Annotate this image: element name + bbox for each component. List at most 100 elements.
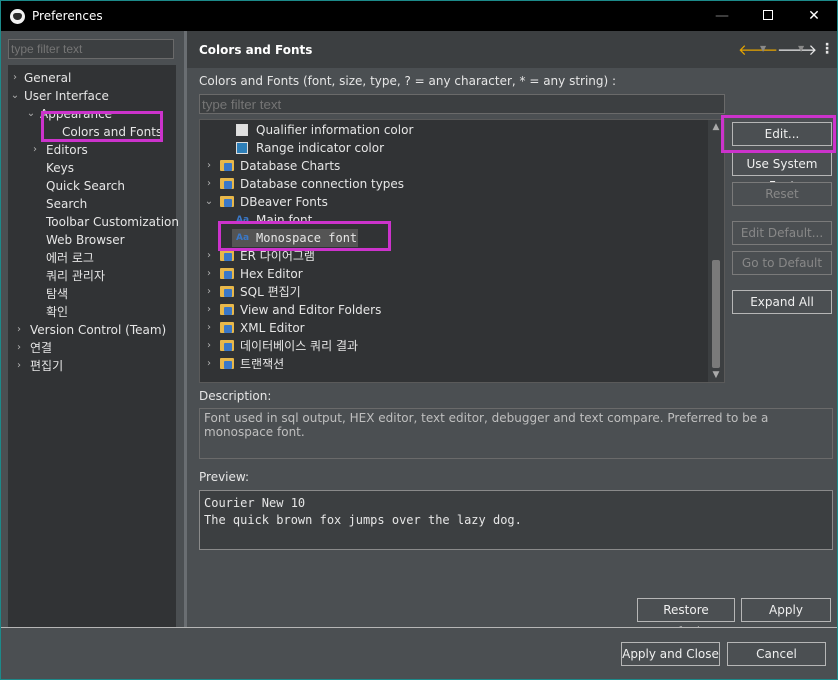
expand-all-button[interactable]: Expand All <box>732 290 832 314</box>
chevron-down-icon[interactable]: ⌄ <box>10 87 20 105</box>
preview-label: Preview: <box>199 470 250 484</box>
cancel-button[interactable]: Cancel <box>727 642 826 666</box>
preferences-window: Preferences — ✕ › General ⌄ User Interfa… <box>0 0 838 680</box>
folder-icon <box>220 304 234 315</box>
tree-item-label: ER 다이어그램 <box>240 249 315 263</box>
font-icon: Aa <box>236 233 250 243</box>
folder-icon <box>220 196 234 207</box>
tree-item-label: Version Control (Team) <box>30 323 167 337</box>
forward-dropdown-icon[interactable]: ▼ <box>798 44 804 53</box>
preference-tree-panel: › General ⌄ User Interface ⌄ Appearance … <box>1 31 184 627</box>
tree-item-label: Database connection types <box>240 177 405 191</box>
scroll-down-icon[interactable]: ▼ <box>708 368 724 382</box>
tree-item-colors-and-fonts[interactable]: Colors and Fonts <box>62 123 162 141</box>
restore-defaults-button[interactable]: Restore Defaults <box>637 598 735 639</box>
tree-item-toolbar-customization[interactable]: Toolbar Customization <box>46 213 179 231</box>
chevron-down-icon[interactable]: ⌄ <box>204 193 214 211</box>
maximize-icon <box>763 10 773 20</box>
folder-icon <box>220 160 234 171</box>
go-to-default-button[interactable]: Go to Default <box>732 251 832 275</box>
tree-filter-input[interactable] <box>8 39 174 59</box>
chevron-right-icon[interactable]: › <box>10 69 20 87</box>
color-swatch-icon <box>236 142 248 154</box>
tree-item-monospace-font[interactable]: Aa Monospace font <box>232 229 358 247</box>
folder-icon <box>220 322 234 333</box>
tree-item-label: Appearance <box>40 107 113 121</box>
tree-item-confirm[interactable]: 확인 <box>46 303 68 321</box>
preference-page: Colors and Fonts 🡐 ▼ 🡒 ▼ ⋮ Colors and Fo… <box>187 31 837 639</box>
back-dropdown-icon[interactable]: ▼ <box>760 44 766 53</box>
chevron-right-icon[interactable]: › <box>30 141 40 159</box>
close-button[interactable]: ✕ <box>791 1 837 31</box>
tree-item-label: User Interface <box>24 89 109 103</box>
chevron-right-icon[interactable]: › <box>204 337 214 355</box>
preference-tree: › General ⌄ User Interface ⌄ Appearance … <box>8 65 179 627</box>
minimize-button[interactable]: — <box>699 1 745 31</box>
tree-item-label: Colors and Fonts <box>62 125 163 139</box>
chevron-right-icon[interactable]: › <box>14 357 24 375</box>
folder-icon <box>220 250 234 261</box>
tree-item-label: SQL 편집기 <box>240 285 301 299</box>
tree-item-keys[interactable]: Keys <box>46 159 74 177</box>
chevron-right-icon[interactable]: › <box>204 355 214 373</box>
page-header: Colors and Fonts 🡐 ▼ 🡒 ▼ ⋮ <box>187 31 837 68</box>
folder-icon <box>220 358 234 369</box>
chevron-right-icon[interactable]: › <box>14 339 24 357</box>
chevron-right-icon[interactable]: › <box>14 321 24 339</box>
colors-fonts-filter-input[interactable] <box>199 94 725 114</box>
back-arrow-icon[interactable]: 🡐 <box>738 40 778 59</box>
chevron-right-icon[interactable]: › <box>204 157 214 175</box>
tree-item-label: 연결 <box>30 341 53 355</box>
tree-item-label: Hex Editor <box>240 267 303 281</box>
folder-icon <box>220 178 234 189</box>
use-system-font-button[interactable]: Use System Font <box>732 152 832 193</box>
folder-icon <box>220 340 234 351</box>
tree-item-label: Monospace font <box>256 231 358 245</box>
page-title: Colors and Fonts <box>199 43 313 57</box>
tree-item-query-manager[interactable]: 쿼리 관리자 <box>46 267 105 285</box>
tree-item-quick-search[interactable]: Quick Search <box>46 177 125 195</box>
folder-icon <box>220 286 234 297</box>
page-caption: Colors and Fonts (font, size, type, ? = … <box>199 74 617 88</box>
tree-item-label: 데이터베이스 쿼리 결과 <box>240 339 359 353</box>
chevron-right-icon[interactable]: › <box>204 265 214 283</box>
color-swatch-icon <box>236 124 248 136</box>
chevron-right-icon[interactable]: › <box>204 283 214 301</box>
folder-icon <box>220 268 234 279</box>
apply-and-close-button[interactable]: Apply and Close <box>621 642 720 666</box>
chevron-down-icon[interactable]: ⌄ <box>26 105 36 123</box>
window-title: Preferences <box>32 9 103 23</box>
tree-item-navigation[interactable]: 탐색 <box>46 285 68 303</box>
chevron-right-icon[interactable]: › <box>204 247 214 265</box>
tree-item-label: XML Editor <box>240 321 305 335</box>
more-menu-icon[interactable]: ⋮ <box>820 41 834 57</box>
tree-item-search[interactable]: Search <box>46 195 87 213</box>
tree-item-error-log[interactable]: 에러 로그 <box>46 249 94 267</box>
dbeaver-app-icon <box>10 9 25 24</box>
edit-button[interactable]: Edit... <box>732 122 832 146</box>
chevron-right-icon[interactable]: › <box>204 319 214 337</box>
apply-button[interactable]: Apply <box>741 598 831 622</box>
tree-scrollbar[interactable]: ▲ ▼ <box>708 120 724 382</box>
preview-font-name: Courier New 10 <box>204 496 306 510</box>
scrollbar-thumb[interactable] <box>712 260 720 368</box>
edit-default-button[interactable]: Edit Default... <box>732 221 832 245</box>
chevron-right-icon[interactable]: › <box>204 301 214 319</box>
reset-button[interactable]: Reset <box>732 182 832 206</box>
tree-item-web-browser[interactable]: Web Browser <box>46 231 125 249</box>
tree-item-label: View and Editor Folders <box>240 303 382 317</box>
scroll-up-icon[interactable]: ▲ <box>708 120 724 134</box>
description-text: Font used in sql output, HEX editor, tex… <box>199 408 833 459</box>
title-bar: Preferences — ✕ <box>1 1 837 31</box>
font-icon: Aa <box>236 215 250 225</box>
font-preview: Courier New 10 The quick brown fox jumps… <box>199 490 833 550</box>
maximize-button[interactable] <box>745 1 791 31</box>
tree-item-label: Qualifier information color <box>256 123 414 137</box>
chevron-right-icon[interactable]: › <box>204 175 214 193</box>
tree-item-label: DBeaver Fonts <box>240 195 328 209</box>
preview-sample-text: The quick brown fox jumps over the lazy … <box>204 513 522 527</box>
tree-item-label: 트랜잭션 <box>240 357 285 371</box>
colors-fonts-tree: Qualifier information color Range indica… <box>199 119 725 383</box>
tree-item-label: General <box>24 71 72 85</box>
tree-item-label: Editors <box>46 143 88 157</box>
